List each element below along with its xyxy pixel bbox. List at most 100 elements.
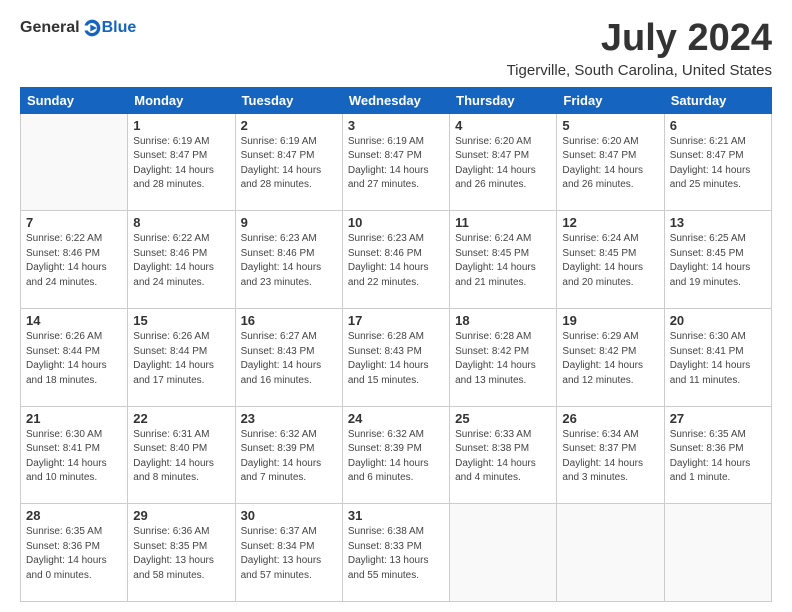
calendar-cell: 29Sunrise: 6:36 AMSunset: 8:35 PMDayligh…: [128, 504, 235, 602]
day-number: 26: [562, 411, 658, 426]
calendar-cell: 14 Sunrise: 6:26 AMSunset: 8:44 PMDayligh…: [21, 309, 128, 407]
day-number: 16: [241, 313, 337, 328]
day-info: Sunrise: 6:33 AMSunset: 8:38 PMDaylight:…: [455, 428, 551, 486]
day-info: Sunrise: 6:32 AMSunset: 8:39 PMDaylight:…: [348, 428, 444, 486]
day-info: Sunrise: 6:28 AMSunset: 8:43 PMDaylight:…: [348, 330, 444, 388]
day-info: Sunrise: 6:31 AMSunset: 8:40 PMDaylight:…: [133, 428, 229, 486]
calendar-cell: 2 Sunrise: 6:19 AMSunset: 8:47 PMDaylight…: [235, 113, 342, 211]
header: General Blue July 2024 Tigerville, South…: [20, 18, 772, 79]
logo-icon: [82, 18, 102, 38]
calendar-cell: 20 Sunrise: 6:30 AMSunset: 8:41 PMDayligh…: [664, 309, 771, 407]
location: Tigerville, South Carolina, United State…: [507, 62, 772, 79]
calendar-cell: [557, 504, 664, 602]
calendar-cell: [450, 504, 557, 602]
logo-blue: Blue: [102, 19, 137, 37]
calendar-cell: 1 Sunrise: 6:19 AMSunset: 8:47 PMDaylight…: [128, 113, 235, 211]
weekday-header-saturday: Saturday: [664, 87, 771, 113]
calendar-cell: 10 Sunrise: 6:23 AMSunset: 8:46 PMDayligh…: [342, 211, 449, 309]
calendar-cell: 17 Sunrise: 6:28 AMSunset: 8:43 PMDayligh…: [342, 309, 449, 407]
day-info: Sunrise: 6:30 AMSunset: 8:41 PMDaylight:…: [670, 330, 766, 388]
day-info: Sunrise: 6:29 AMSunset: 8:42 PMDaylight:…: [562, 330, 658, 388]
day-number: 8: [133, 215, 229, 230]
day-number: 1: [133, 118, 229, 133]
calendar-body: 1 Sunrise: 6:19 AMSunset: 8:47 PMDaylight…: [21, 113, 772, 601]
calendar-cell: 6 Sunrise: 6:21 AMSunset: 8:47 PMDaylight…: [664, 113, 771, 211]
day-number: 21: [26, 411, 122, 426]
day-info: Sunrise: 6:28 AMSunset: 8:42 PMDaylight:…: [455, 330, 551, 388]
calendar-week-4: 28 Sunrise: 6:35 AMSunset: 8:36 PMDayligh…: [21, 504, 772, 602]
calendar-cell: 12 Sunrise: 6:24 AMSunset: 8:45 PMDayligh…: [557, 211, 664, 309]
day-number: 9: [241, 215, 337, 230]
month-title: July 2024: [507, 18, 772, 60]
day-number: 22: [133, 411, 229, 426]
day-info: Sunrise: 6:20 AMSunset: 8:47 PMDaylight:…: [455, 135, 551, 193]
day-number: 10: [348, 215, 444, 230]
calendar-cell: 13 Sunrise: 6:25 AMSunset: 8:45 PMDayligh…: [664, 211, 771, 309]
calendar-cell: 7Sunrise: 6:22 AMSunset: 8:46 PMDaylight…: [21, 211, 128, 309]
day-info: Sunrise: 6:37 AMSunset: 8:34 PMDaylight:…: [241, 525, 337, 583]
calendar-cell: 23Sunrise: 6:32 AMSunset: 8:39 PMDayligh…: [235, 406, 342, 504]
day-number: 7: [26, 215, 122, 230]
day-number: 18: [455, 313, 551, 328]
day-info: Sunrise: 6:23 AMSunset: 8:46 PMDaylight:…: [241, 232, 337, 290]
day-info: Sunrise: 6:30 AMSunset: 8:41 PMDaylight:…: [26, 428, 122, 486]
day-info: Sunrise: 6:24 AMSunset: 8:45 PMDaylight:…: [455, 232, 551, 290]
calendar-cell: 9 Sunrise: 6:23 AMSunset: 8:46 PMDaylight…: [235, 211, 342, 309]
weekday-header-tuesday: Tuesday: [235, 87, 342, 113]
day-number: 3: [348, 118, 444, 133]
calendar-cell: 3 Sunrise: 6:19 AMSunset: 8:47 PMDaylight…: [342, 113, 449, 211]
weekday-header-thursday: Thursday: [450, 87, 557, 113]
day-number: 13: [670, 215, 766, 230]
weekday-header-row: SundayMondayTuesdayWednesdayThursdayFrid…: [21, 87, 772, 113]
day-info: Sunrise: 6:22 AMSunset: 8:46 PMDaylight:…: [133, 232, 229, 290]
calendar-table: SundayMondayTuesdayWednesdayThursdayFrid…: [20, 87, 772, 602]
title-block: July 2024 Tigerville, South Carolina, Un…: [507, 18, 772, 79]
day-number: 12: [562, 215, 658, 230]
day-number: 28: [26, 508, 122, 523]
day-info: Sunrise: 6:21 AMSunset: 8:47 PMDaylight:…: [670, 135, 766, 193]
calendar-cell: 24Sunrise: 6:32 AMSunset: 8:39 PMDayligh…: [342, 406, 449, 504]
logo: General Blue: [20, 18, 136, 38]
day-number: 30: [241, 508, 337, 523]
day-number: 27: [670, 411, 766, 426]
day-info: Sunrise: 6:19 AMSunset: 8:47 PMDaylight:…: [133, 135, 229, 193]
weekday-header-monday: Monday: [128, 87, 235, 113]
calendar-cell: 28 Sunrise: 6:35 AMSunset: 8:36 PMDayligh…: [21, 504, 128, 602]
day-info: Sunrise: 6:36 AMSunset: 8:35 PMDaylight:…: [133, 525, 229, 583]
day-number: 17: [348, 313, 444, 328]
calendar-cell: 5Sunrise: 6:20 AMSunset: 8:47 PMDaylight…: [557, 113, 664, 211]
day-number: 20: [670, 313, 766, 328]
day-number: 11: [455, 215, 551, 230]
logo-general: General: [20, 19, 80, 37]
day-info: Sunrise: 6:38 AMSunset: 8:33 PMDaylight:…: [348, 525, 444, 583]
day-info: Sunrise: 6:35 AMSunset: 8:36 PMDaylight:…: [26, 525, 122, 583]
calendar-cell: 11 Sunrise: 6:24 AMSunset: 8:45 PMDayligh…: [450, 211, 557, 309]
calendar-cell: 21 Sunrise: 6:30 AMSunset: 8:41 PMDayligh…: [21, 406, 128, 504]
calendar-cell: 16Sunrise: 6:27 AMSunset: 8:43 PMDayligh…: [235, 309, 342, 407]
calendar-cell: 25Sunrise: 6:33 AMSunset: 8:38 PMDayligh…: [450, 406, 557, 504]
day-number: 2: [241, 118, 337, 133]
calendar-cell: 18 Sunrise: 6:28 AMSunset: 8:42 PMDayligh…: [450, 309, 557, 407]
day-info: Sunrise: 6:26 AMSunset: 8:44 PMDaylight:…: [133, 330, 229, 388]
day-info: Sunrise: 6:19 AMSunset: 8:47 PMDaylight:…: [241, 135, 337, 193]
day-number: 6: [670, 118, 766, 133]
calendar-cell: 22 Sunrise: 6:31 AMSunset: 8:40 PMDayligh…: [128, 406, 235, 504]
weekday-header-friday: Friday: [557, 87, 664, 113]
day-info: Sunrise: 6:34 AMSunset: 8:37 PMDaylight:…: [562, 428, 658, 486]
calendar-cell: [664, 504, 771, 602]
calendar-week-0: 1 Sunrise: 6:19 AMSunset: 8:47 PMDaylight…: [21, 113, 772, 211]
day-info: Sunrise: 6:24 AMSunset: 8:45 PMDaylight:…: [562, 232, 658, 290]
weekday-header-wednesday: Wednesday: [342, 87, 449, 113]
day-info: Sunrise: 6:20 AMSunset: 8:47 PMDaylight:…: [562, 135, 658, 193]
weekday-header-sunday: Sunday: [21, 87, 128, 113]
calendar-cell: 19Sunrise: 6:29 AMSunset: 8:42 PMDayligh…: [557, 309, 664, 407]
calendar-cell: 4Sunrise: 6:20 AMSunset: 8:47 PMDaylight…: [450, 113, 557, 211]
calendar-cell: 15Sunrise: 6:26 AMSunset: 8:44 PMDayligh…: [128, 309, 235, 407]
day-number: 14: [26, 313, 122, 328]
day-info: Sunrise: 6:19 AMSunset: 8:47 PMDaylight:…: [348, 135, 444, 193]
day-info: Sunrise: 6:23 AMSunset: 8:46 PMDaylight:…: [348, 232, 444, 290]
day-info: Sunrise: 6:26 AMSunset: 8:44 PMDaylight:…: [26, 330, 122, 388]
calendar-cell: 8 Sunrise: 6:22 AMSunset: 8:46 PMDaylight…: [128, 211, 235, 309]
day-info: Sunrise: 6:32 AMSunset: 8:39 PMDaylight:…: [241, 428, 337, 486]
day-info: Sunrise: 6:25 AMSunset: 8:45 PMDaylight:…: [670, 232, 766, 290]
